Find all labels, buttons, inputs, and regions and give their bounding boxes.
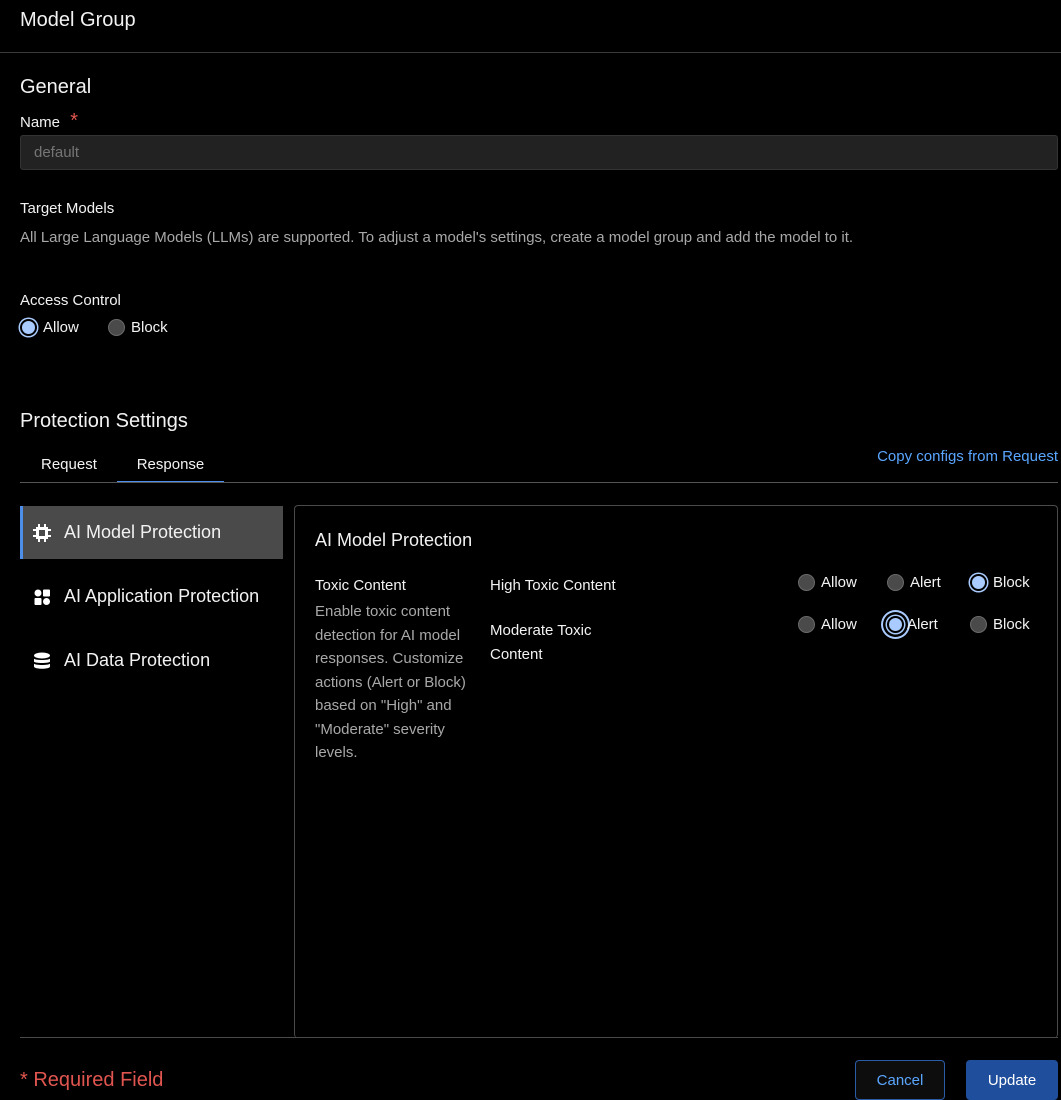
sidebar-item-label: AI Data Protection <box>64 650 211 670</box>
radio-label: Block <box>993 616 1030 633</box>
moderate-allow-radio[interactable]: Allow <box>798 616 857 633</box>
radio-label: Block <box>993 574 1030 591</box>
name-label: Name * <box>20 110 78 133</box>
tab-response[interactable]: Response <box>117 456 224 483</box>
sidebar-item-ai-data-protection[interactable]: AI Data Protection <box>20 634 283 687</box>
high-allow-radio[interactable]: Allow <box>798 574 857 591</box>
radio-label: Alert <box>910 574 941 591</box>
required-field-text: Required Field <box>33 1069 164 1091</box>
header-divider <box>0 52 1061 53</box>
access-block-radio[interactable]: Block <box>108 319 168 336</box>
protection-panel <box>294 505 1058 1038</box>
radio-label: Alert <box>907 616 938 633</box>
radio-indicator <box>108 319 125 336</box>
radio-label: Allow <box>821 574 857 591</box>
radio-indicator <box>887 616 904 633</box>
moderate-alert-radio[interactable]: Alert <box>887 616 938 633</box>
required-asterisk: * <box>70 110 78 132</box>
general-heading: General <box>20 76 92 98</box>
sidebar-item-label: AI Application Protection <box>64 586 260 606</box>
copy-configs-link[interactable]: Copy configs from Request <box>877 448 1058 465</box>
sidebar-item-label: AI Model Protection <box>64 522 222 542</box>
name-label-text: Name <box>20 114 61 131</box>
radio-label: Allow <box>43 319 79 336</box>
footer-divider <box>20 1037 1058 1038</box>
update-button[interactable]: Update <box>966 1060 1058 1100</box>
database-icon <box>34 652 50 669</box>
access-allow-radio[interactable]: Allow <box>20 319 79 336</box>
page-title: Model Group <box>20 9 136 31</box>
radio-indicator <box>970 616 987 633</box>
tabs-divider <box>20 482 1058 483</box>
radio-indicator <box>798 574 815 591</box>
radio-indicator <box>970 574 987 591</box>
name-input[interactable] <box>20 135 1058 170</box>
target-models-label: Target Models <box>20 200 115 217</box>
high-block-radio[interactable]: Block <box>970 574 1030 591</box>
cancel-button[interactable]: Cancel <box>855 1060 945 1100</box>
sidebar-item-ai-model-protection[interactable]: AI Model Protection <box>20 506 283 559</box>
required-field-note: * Required Field <box>20 1069 163 1092</box>
panel-title: AI Model Protection <box>315 530 473 550</box>
toxic-content-title: Toxic Content <box>315 577 406 594</box>
sidebar-item-ai-application-protection[interactable]: AI Application Protection <box>20 570 283 623</box>
toxic-content-description: Enable toxic content detection for AI mo… <box>315 603 466 761</box>
access-control-label: Access Control <box>20 292 121 309</box>
tab-request[interactable]: Request <box>41 456 97 473</box>
protection-settings-heading: Protection Settings <box>20 410 188 432</box>
radio-indicator <box>20 319 37 336</box>
radio-label: Allow <box>821 616 857 633</box>
apps-icon <box>34 589 50 605</box>
radio-label: Block <box>131 319 168 336</box>
required-asterisk: * <box>20 1069 28 1091</box>
high-alert-radio[interactable]: Alert <box>887 574 941 591</box>
moderate-block-radio[interactable]: Block <box>970 616 1030 633</box>
target-models-description: All Large Language Models (LLMs) are sup… <box>20 229 854 246</box>
moderate-toxic-label: Moderate Toxic Content <box>490 622 592 663</box>
radio-indicator <box>798 616 815 633</box>
radio-indicator <box>887 574 904 591</box>
high-toxic-label: High Toxic Content <box>490 577 616 594</box>
chip-icon <box>33 523 51 542</box>
